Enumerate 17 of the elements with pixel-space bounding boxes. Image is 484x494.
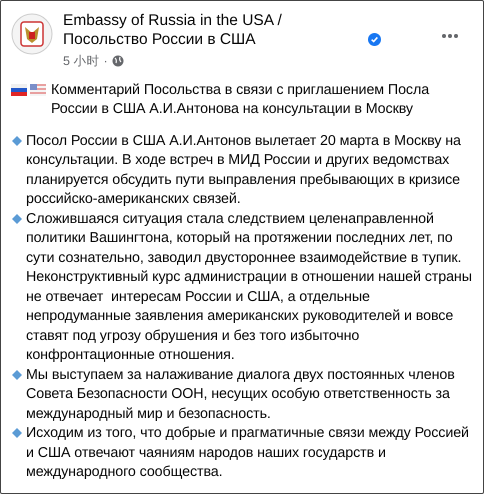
emblem-icon	[11, 13, 53, 55]
globe-icon	[112, 55, 124, 68]
diamond-icon	[11, 212, 23, 225]
separator-dot: ·	[103, 53, 108, 70]
post-paragraph: Сложившаяся ситуация стала следствием целенаправленной политики Вашингтона, который на протяжении последних лет, по сути сознательно, заводил двустороннее взаимодействие в тупик. Неконструктивный курс администрации в отношении нашей страны не отвечает интересам России и США, а отдельные непродуманные заявления американских руководителей и вовсе ставят под угрозу обрушения и без того избыточно конфронтационные отношения.	[26, 210, 473, 366]
post-time[interactable]: 5 小时	[63, 52, 100, 71]
diamond-icon	[11, 134, 23, 147]
more-options-icon[interactable]	[441, 33, 459, 39]
russia-flag-icon	[11, 84, 27, 96]
usa-flag-icon	[30, 84, 46, 96]
diamond-icon	[11, 427, 23, 440]
post-paragraph: Посол России в США А.И.Антонов вылетает 20 марта в Москву на консультации. В ходе встреч в МИД России и других ведомствах планируется обсудить пути выправления пребывающих в кризисе российско-американских связей.	[26, 132, 462, 210]
post-paragraph: Мы выступаем за налаживание диалога двух постоянных членов Совета Безопасности ООН, несущих особую ответственность за международный мир и безопасность.	[26, 366, 456, 424]
post-headline: Комментарий Посольства в связи с приглашением Посла России в США А.И.Антонова на консультации в Москву	[51, 80, 430, 120]
post-paragraph: Исходим из того, что добрые и прагматичные связи между Россией и США отвечают чаяниям народов наших государств и международного сообщества.	[26, 424, 470, 482]
page-name[interactable]: Embassy of Russia in the USA / Посольство России в США	[63, 11, 363, 49]
diamond-icon	[11, 368, 23, 381]
